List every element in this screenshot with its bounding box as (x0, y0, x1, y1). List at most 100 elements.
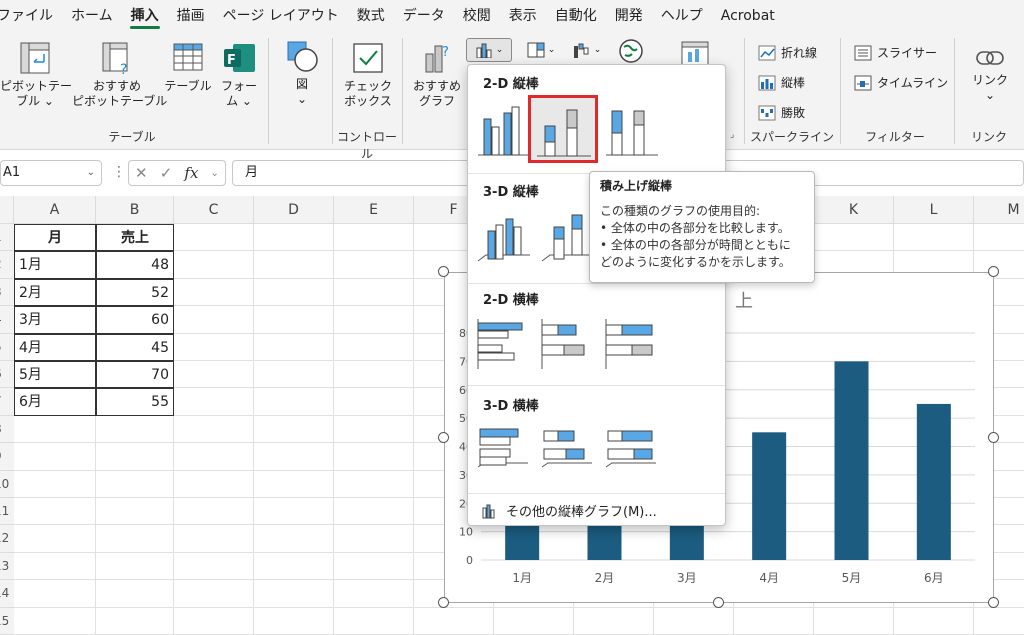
column-header[interactable]: A (14, 196, 96, 224)
row-header[interactable]: 3 (0, 278, 14, 307)
resize-handle[interactable] (438, 266, 449, 277)
sales-cell[interactable]: 60 (96, 306, 174, 334)
cell[interactable] (14, 580, 96, 608)
timeline-button[interactable]: タイムライン (854, 74, 948, 91)
cell[interactable] (334, 361, 414, 389)
cell[interactable] (254, 278, 334, 307)
cell[interactable] (894, 224, 974, 252)
cell[interactable] (174, 498, 254, 526)
cell[interactable] (96, 443, 174, 471)
cell[interactable] (414, 607, 494, 635)
cell[interactable] (254, 361, 334, 389)
menu-tab[interactable]: 開発 (606, 0, 652, 32)
3d-stacked-bar-icon[interactable] (538, 419, 596, 475)
column-header[interactable]: K (814, 196, 894, 224)
cell[interactable] (894, 607, 974, 635)
row-header[interactable]: 11 (0, 498, 14, 526)
cell[interactable] (334, 470, 414, 498)
cell[interactable] (254, 470, 334, 498)
cell[interactable] (174, 415, 254, 444)
recommended-chart-button[interactable]: ? おすすめ グラフ (408, 40, 466, 109)
cell[interactable] (254, 525, 334, 553)
cell[interactable] (334, 415, 414, 444)
illustrations-button[interactable]: 図 ⌄ (280, 38, 324, 107)
cell[interactable] (254, 224, 334, 252)
row-header[interactable]: 2 (0, 251, 14, 279)
select-all-corner[interactable] (0, 196, 14, 224)
row-header[interactable]: 1 (0, 224, 14, 252)
cell[interactable] (14, 470, 96, 498)
enter-icon[interactable]: ✓ (160, 164, 173, 182)
menu-tab[interactable]: 数式 (348, 0, 394, 32)
cancel-icon[interactable]: ✕ (135, 164, 148, 182)
cell[interactable] (14, 552, 96, 581)
column-header[interactable]: C (174, 196, 254, 224)
cell[interactable] (814, 607, 894, 635)
menu-tab[interactable]: 自動化 (546, 0, 606, 32)
cell[interactable] (14, 525, 96, 553)
cell[interactable] (334, 278, 414, 307)
cell[interactable] (96, 525, 174, 553)
sparkline-winloss-button[interactable]: 勝敗 (758, 104, 805, 121)
menu-tab[interactable]: 校閲 (454, 0, 500, 32)
clustered-column-icon[interactable] (474, 97, 532, 157)
cell[interactable] (174, 607, 254, 635)
menu-tab[interactable]: Acrobat (712, 0, 784, 32)
menu-tab[interactable]: ページ レイアウト (214, 0, 348, 32)
cell[interactable] (334, 580, 414, 608)
forms-button[interactable]: F フォー ム ⌄ (214, 40, 264, 109)
cell[interactable] (14, 607, 96, 635)
stacked-column-option[interactable] (528, 95, 598, 163)
name-box[interactable]: A1 ⌄ (0, 160, 102, 186)
cell[interactable] (254, 333, 334, 361)
cell[interactable] (974, 224, 1024, 252)
row-header[interactable]: 13 (0, 552, 14, 581)
row-header[interactable]: 12 (0, 525, 14, 553)
cell[interactable] (14, 443, 96, 471)
column-header[interactable]: B (96, 196, 174, 224)
more-options-icon[interactable]: ⋮ (112, 164, 126, 180)
cell[interactable] (254, 552, 334, 581)
chart-bar[interactable] (834, 361, 869, 560)
sales-cell[interactable]: 48 (96, 251, 174, 279)
cell[interactable] (254, 251, 334, 279)
sales-cell[interactable]: 55 (96, 388, 174, 416)
month-cell[interactable]: 3月 (14, 306, 96, 334)
cell[interactable] (174, 306, 254, 334)
cell[interactable] (14, 415, 96, 444)
row-header[interactable]: 9 (0, 443, 14, 471)
3d-stacked-column-icon[interactable] (538, 205, 596, 267)
cell[interactable] (254, 580, 334, 608)
chart-title[interactable]: 上 (735, 291, 753, 312)
row-header[interactable]: 14 (0, 580, 14, 608)
recommended-pivot-button[interactable]: ? おすすめ ピボットテーブル (72, 40, 167, 109)
cell[interactable] (174, 443, 254, 471)
resize-handle[interactable] (438, 597, 449, 608)
row-header[interactable]: 7 (0, 388, 14, 416)
cell[interactable] (174, 361, 254, 389)
checkbox-button[interactable]: チェック ボックス (340, 40, 396, 109)
resize-handle[interactable] (438, 431, 449, 443)
cell[interactable] (494, 607, 574, 635)
sparkline-line-button[interactable]: 折れ線 (758, 44, 817, 61)
sparkline-column-button[interactable]: 縦棒 (758, 74, 805, 91)
cell[interactable] (174, 525, 254, 553)
cell[interactable] (734, 607, 814, 635)
more-column-charts-item[interactable]: その他の縦棒グラフ(M)... (482, 501, 657, 520)
month-cell[interactable]: 1月 (14, 251, 96, 279)
cell[interactable] (334, 552, 414, 581)
menu-tab[interactable]: 挿入 (122, 0, 168, 32)
cell[interactable] (334, 525, 414, 553)
sales-cell[interactable]: 45 (96, 333, 174, 361)
3d-percent-stacked-bar-icon[interactable] (602, 419, 660, 475)
cell[interactable] (254, 388, 334, 416)
menu-tab[interactable]: ホーム (62, 0, 122, 32)
column-header[interactable]: D (254, 196, 334, 224)
menu-tab[interactable]: ファイル (0, 0, 62, 32)
cell[interactable] (334, 224, 414, 252)
insert-function-button[interactable]: fx (184, 164, 198, 182)
cell[interactable] (174, 224, 254, 252)
table-button[interactable]: テーブル (160, 40, 216, 94)
cell[interactable] (174, 388, 254, 416)
resize-handle[interactable] (988, 431, 999, 443)
